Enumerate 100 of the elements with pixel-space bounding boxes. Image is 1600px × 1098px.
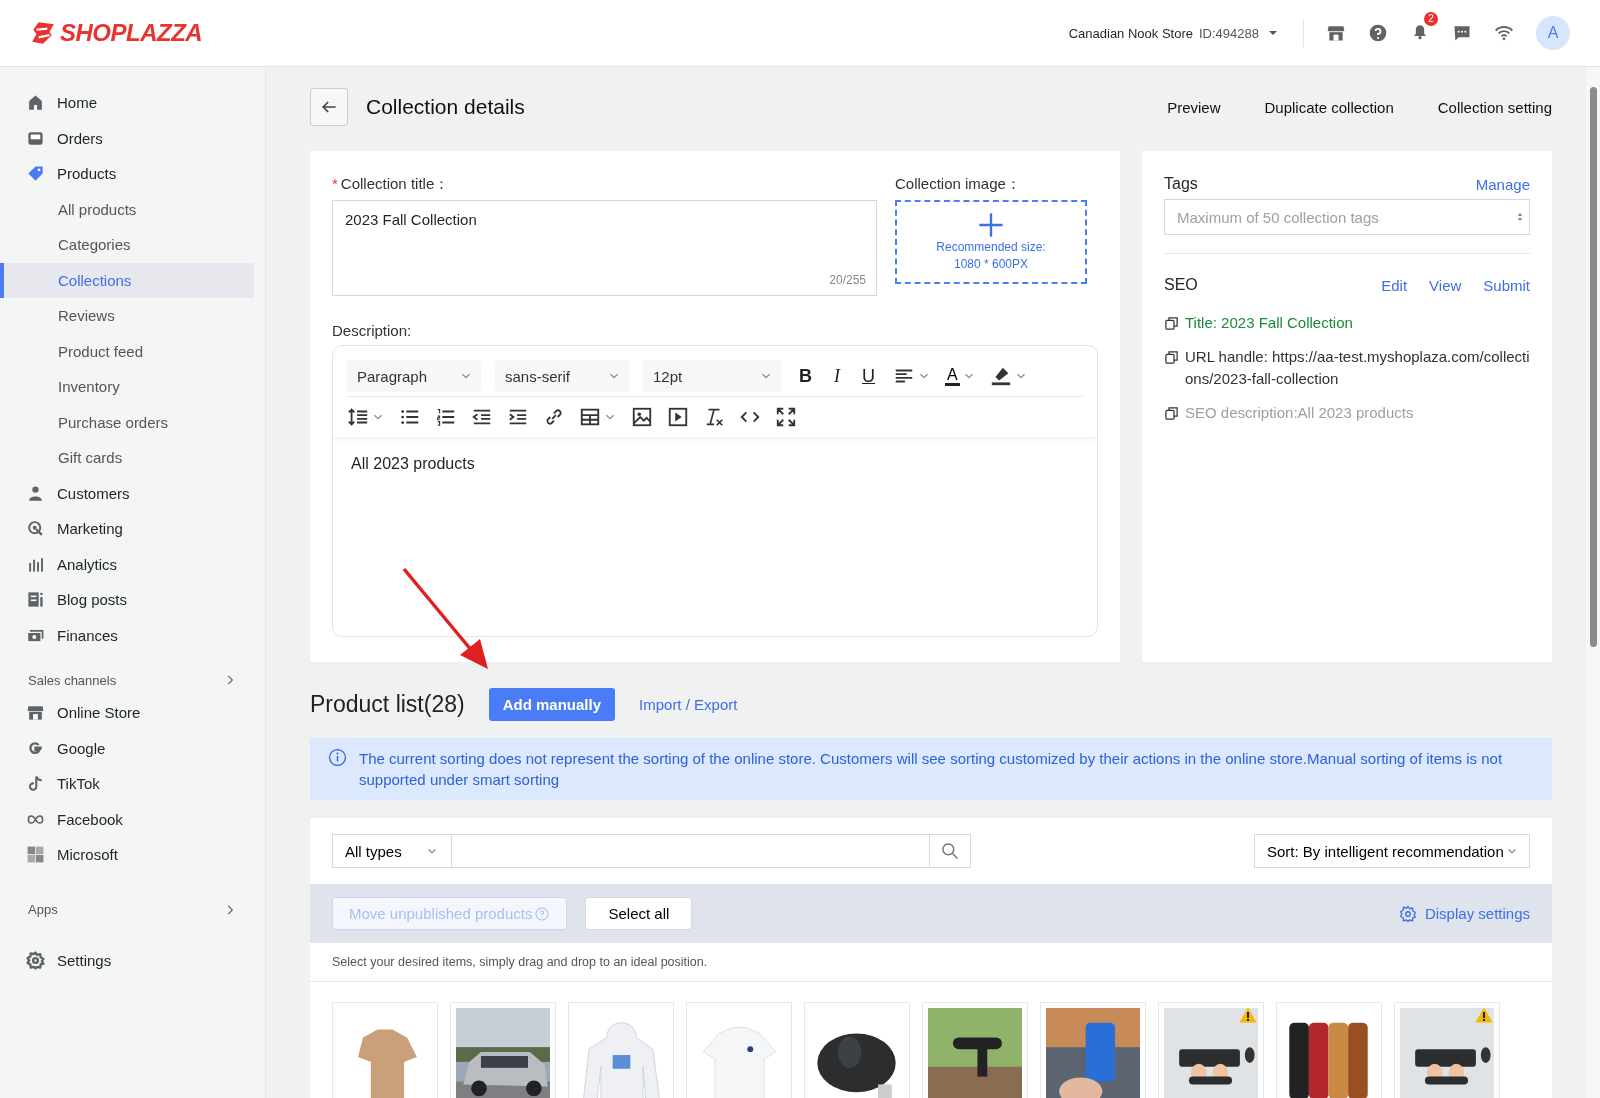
format-button[interactable]: I — [830, 365, 844, 387]
highlighter-icon — [989, 365, 1012, 387]
format-select[interactable]: 12pt — [643, 360, 781, 392]
gear-icon — [1398, 904, 1417, 923]
person-icon — [26, 483, 45, 503]
product-thumbnail[interactable] — [1276, 1002, 1382, 1098]
format-select[interactable]: Paragraph — [347, 360, 481, 392]
product-thumbnail[interactable] — [450, 1002, 556, 1098]
warning-icon — [1239, 1007, 1257, 1023]
sort-select[interactable]: Sort: By intelligent recommendation — [1254, 834, 1530, 868]
field-label: * Collection title： — [332, 175, 451, 194]
scrollbar-icon — [1590, 87, 1597, 647]
line-height-icon — [347, 406, 369, 428]
nav-item[interactable]: Facebook — [0, 801, 265, 837]
nav-item[interactable]: Microsoft — [0, 837, 265, 873]
type-select[interactable]: All types — [332, 834, 452, 868]
nav-item[interactable]: Orders — [0, 120, 265, 156]
add-manually-button[interactable]: Add manually — [488, 687, 616, 721]
select-all-button[interactable]: Select all — [585, 897, 693, 930]
nav-item[interactable]: Products — [0, 156, 265, 192]
header-action[interactable]: Duplicate collection — [1264, 98, 1394, 116]
nav-item[interactable]: Google — [0, 730, 265, 766]
music-note-icon — [26, 774, 45, 794]
logo[interactable]: SHOPLAZZA — [60, 19, 203, 47]
section-heading[interactable]: Sales channels — [0, 665, 265, 695]
product-thumbnail[interactable] — [1040, 1002, 1146, 1098]
field-label: Collection image： — [895, 175, 1022, 194]
nav-item[interactable]: Analytics — [0, 546, 265, 582]
tags-field[interactable]: Maximum of 50 collection tags — [1164, 199, 1530, 235]
nav-subitem[interactable]: Inventory — [0, 369, 265, 405]
display-settings-link[interactable]: Display settings — [1424, 905, 1530, 922]
table-icon — [579, 406, 601, 428]
nav-item[interactable]: Settings — [0, 942, 265, 978]
search-field[interactable] — [452, 834, 930, 868]
tag-icon — [26, 164, 45, 184]
seo-link[interactable]: View — [1429, 276, 1462, 294]
nav-subitem[interactable]: Purchase orders — [0, 404, 265, 440]
product-thumbnail[interactable] — [686, 1002, 792, 1098]
header-action[interactable]: Collection setting — [1437, 98, 1552, 116]
product-thumbnail[interactable] — [1158, 1002, 1264, 1098]
nav-item[interactable]: Online Store — [0, 695, 265, 731]
nav-item[interactable]: Customers — [0, 475, 265, 511]
store-button[interactable] — [1326, 23, 1346, 43]
windows-icon — [26, 845, 45, 865]
link-icon — [543, 406, 565, 428]
back-button[interactable] — [310, 88, 348, 126]
product-thumbnail[interactable] — [922, 1002, 1028, 1098]
import-export-link[interactable]: Import / Export — [639, 695, 738, 713]
seo-link[interactable]: Edit — [1381, 276, 1408, 294]
nav-subitem[interactable]: Collections — [0, 262, 254, 298]
nav-item[interactable]: TikTok — [0, 766, 265, 802]
seo-entry: URL handle: https://aa-test.myshoplaza.com/collections/2023-fall-collection — [1185, 347, 1530, 389]
image-upload[interactable]: Recommended size: 1080 * 600PX — [895, 200, 1087, 284]
manage-link[interactable]: Manage — [1475, 175, 1530, 193]
nav-subitem[interactable]: Product feed — [0, 333, 265, 369]
storefront-icon — [1326, 23, 1346, 43]
info-icon — [328, 748, 347, 767]
wifi-icon — [1494, 23, 1514, 43]
product-thumbnail[interactable] — [568, 1002, 674, 1098]
nav-subitem[interactable]: Reviews — [0, 298, 265, 334]
product-thumbnail[interactable] — [804, 1002, 910, 1098]
format-button[interactable]: U — [858, 365, 879, 387]
logo-icon — [30, 20, 56, 46]
nav-item[interactable]: Marketing — [0, 511, 265, 547]
gear-icon — [26, 950, 45, 970]
search-button[interactable] — [929, 834, 971, 868]
notification-badge: 2 — [1424, 12, 1438, 26]
seo-entry: SEO description:All 2023 products — [1185, 403, 1414, 423]
help-button[interactable] — [1368, 23, 1388, 43]
product-thumbnail[interactable] — [332, 1002, 438, 1098]
section-title: SEO — [1164, 276, 1198, 294]
video-icon — [667, 406, 689, 428]
nav-item[interactable]: Home — [0, 85, 265, 121]
format-button[interactable]: B — [795, 365, 816, 387]
messages-button[interactable] — [1452, 23, 1472, 43]
store-switcher[interactable]: Canadian Nook Store ID:494288 — [1068, 25, 1281, 41]
format-select[interactable]: sans-serif — [495, 360, 629, 392]
nav-item[interactable]: Finances — [0, 617, 265, 653]
field-label: Description: — [332, 322, 413, 339]
nav-subitem[interactable]: All products — [0, 191, 265, 227]
seo-link[interactable]: Submit — [1483, 276, 1530, 294]
warning-icon — [1475, 1007, 1493, 1023]
nav-item[interactable]: Blog posts — [0, 582, 265, 618]
nav-subitem[interactable]: Categories — [0, 227, 265, 263]
nav-subitem[interactable]: Gift cards — [0, 440, 265, 476]
hint-text: Select your desired items, simply drag and drop to an ideal position. — [332, 955, 708, 969]
rich-text-editor[interactable]: Paragraph sans-serif 12pt B I U A All 2023 products — [332, 345, 1098, 637]
storefront-icon — [26, 703, 45, 723]
title-field[interactable]: 2023 Fall Collection 20/255 — [332, 200, 877, 296]
wifi-button[interactable] — [1494, 23, 1514, 43]
header-action[interactable]: Preview — [1167, 98, 1221, 116]
section-title: Product list(28) — [310, 690, 465, 718]
product-thumbnail[interactable] — [1394, 1002, 1500, 1098]
help-circle-icon — [534, 905, 551, 922]
editor-content: All 2023 products — [350, 454, 476, 474]
char-counter: 20/255 — [829, 273, 866, 287]
home-icon — [26, 93, 45, 113]
font-color-button[interactable]: A — [945, 366, 960, 386]
search-icon — [940, 841, 960, 861]
section-heading[interactable]: Apps — [0, 894, 265, 925]
